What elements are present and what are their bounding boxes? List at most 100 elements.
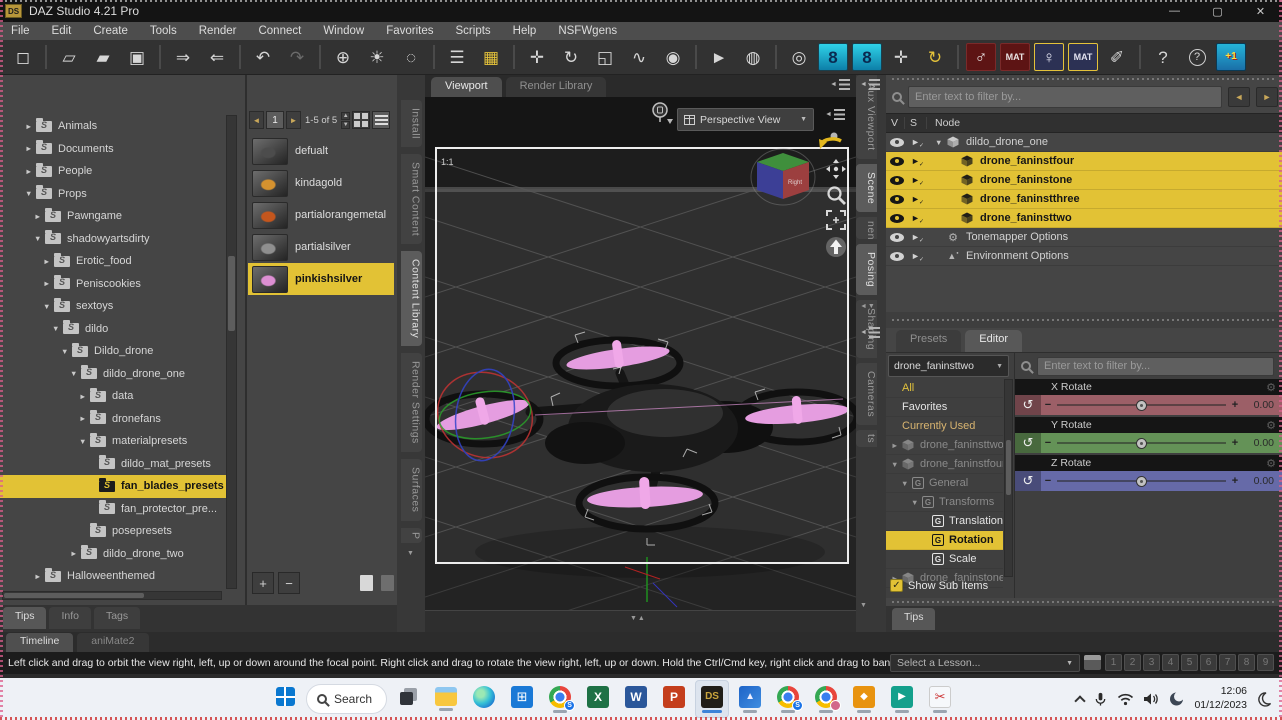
menu-item[interactable]: Scripts — [445, 25, 502, 37]
scene-node-row[interactable]: Environment Options — [886, 247, 1282, 266]
dock-tab-posing[interactable]: Posing — [856, 244, 877, 295]
visibility-eye-icon[interactable] — [890, 233, 904, 242]
zoom-view-icon[interactable] — [824, 183, 848, 207]
dock-tab[interactable]: Surfaces — [401, 459, 422, 520]
scene-node-row[interactable]: drone_faninstthree — [886, 190, 1282, 209]
slider-value[interactable]: 0.00 — [1242, 399, 1282, 411]
prev-page-button[interactable]: ◄ — [249, 111, 264, 129]
grid-view-button[interactable] — [352, 111, 370, 129]
tab-overflow-arrow-icon[interactable]: ▼ — [860, 602, 868, 609]
checkbox-checked-icon[interactable]: ✓ — [890, 579, 903, 592]
decrement-button[interactable] — [1041, 437, 1055, 449]
material-preset-item[interactable]: partialorangemetal — [248, 199, 394, 231]
lesson-number-button[interactable]: 6 — [1200, 654, 1217, 671]
menu-item[interactable]: Tools — [139, 25, 188, 37]
toolbar-button[interactable] — [1139, 45, 1141, 69]
increment-button[interactable] — [1228, 475, 1242, 487]
scene-node-row[interactable]: drone_faninstone — [886, 171, 1282, 190]
group-list-scrollbar[interactable] — [1004, 379, 1013, 577]
menu-item[interactable]: Render — [188, 25, 248, 37]
wifi-icon[interactable] — [1117, 692, 1134, 706]
expand-arrow-icon[interactable] — [79, 437, 90, 446]
minimize-button[interactable]: — — [1153, 0, 1196, 22]
help-button[interactable]: ? — [1182, 43, 1212, 71]
scene-filter-input[interactable] — [908, 86, 1222, 108]
node-selection-tool-button[interactable]: ► — [704, 43, 734, 71]
selectable-pointer-icon[interactable] — [911, 213, 923, 223]
menu-item[interactable]: Help — [502, 25, 548, 37]
expand-arrow-icon[interactable] — [43, 257, 54, 266]
next-page-button[interactable]: ► — [286, 111, 301, 129]
list-view-button[interactable] — [372, 111, 390, 129]
mat-copy-male-button[interactable]: MAT — [1000, 43, 1030, 71]
joint-editor-tool-button[interactable]: ∿ — [624, 43, 654, 71]
lesson-number-button[interactable]: 7 — [1219, 654, 1236, 671]
scene-node-row[interactable]: Tonemapper Options — [886, 228, 1282, 247]
copy-icon[interactable] — [360, 575, 373, 591]
visibility-eye-icon[interactable] — [890, 176, 904, 185]
selectable-pointer-icon[interactable] — [911, 175, 923, 185]
remove-button[interactable]: − — [278, 572, 300, 594]
iray-preview-button[interactable]: ▦ — [476, 43, 506, 71]
visibility-eye-icon[interactable] — [890, 252, 904, 261]
visibility-eye-icon[interactable] — [890, 138, 904, 147]
parameter-group-row[interactable]: G General — [886, 474, 1003, 493]
dock-tab-partial[interactable]: ts — [856, 430, 877, 447]
speaker-icon[interactable] — [1143, 692, 1159, 706]
library-bottom-tab[interactable]: Info — [49, 607, 91, 629]
increment-button[interactable] — [1228, 437, 1242, 449]
menu-item[interactable]: Create — [82, 25, 139, 37]
edge-browser[interactable] — [467, 680, 501, 718]
expand-arrow-icon[interactable] — [34, 234, 45, 243]
chrome-profile-2[interactable]: S — [771, 680, 805, 718]
import-button[interactable]: ⇒ — [168, 43, 198, 71]
taskbar-search[interactable]: Search — [306, 684, 387, 714]
genesis8-female-button[interactable]: 8 — [818, 43, 848, 71]
visibility-eye-icon[interactable] — [890, 214, 904, 223]
camera-tool-button[interactable]: ◉ — [658, 43, 688, 71]
viewport-pin-icon[interactable] — [649, 101, 675, 127]
menu-item[interactable]: Favorites — [375, 25, 444, 37]
expand-arrow-icon[interactable] — [891, 441, 902, 450]
new-camera-button[interactable]: ⊕ — [328, 43, 358, 71]
universal-tool-button[interactable]: ✛ — [886, 43, 916, 71]
microsoft-store[interactable] — [505, 680, 539, 718]
parameter-group-row[interactable]: G drone_faninstfour — [886, 455, 1003, 474]
male-mat-preset-button[interactable]: ♂ — [966, 43, 996, 71]
genesis8-male-button[interactable]: 8 — [852, 43, 882, 71]
word[interactable]: W — [619, 680, 653, 718]
daz-studio[interactable]: DS — [695, 680, 729, 718]
save-plus-one-button[interactable]: +1 — [1216, 43, 1246, 71]
panel-splitter[interactable] — [886, 312, 1282, 328]
page-size-spinner[interactable]: ▲▼ — [341, 112, 350, 129]
library-folder[interactable]: People — [0, 160, 226, 183]
frame-view-icon[interactable] — [824, 208, 848, 232]
library-folder[interactable]: data — [0, 385, 226, 408]
lesson-number-button[interactable]: 9 — [1257, 654, 1274, 671]
new-null-button[interactable]: ◌ — [396, 43, 426, 71]
parameter-group-row[interactable]: G Currently Used — [886, 417, 1003, 436]
dock-tab-scene[interactable]: Scene — [856, 164, 877, 212]
toolbar-button[interactable] — [513, 45, 515, 69]
lesson-number-button[interactable]: 3 — [1143, 654, 1160, 671]
task-view[interactable] — [391, 680, 425, 718]
library-folder[interactable]: dronefans — [0, 408, 226, 431]
library-folder[interactable]: dildo_drone_two — [0, 543, 226, 566]
panel-menu-icon[interactable] — [860, 327, 880, 338]
scale-tool-button[interactable]: ◱ — [590, 43, 620, 71]
show-sub-items-option[interactable]: ✓ Show Sub Items — [890, 579, 988, 592]
selectable-pointer-icon[interactable] — [911, 137, 923, 147]
menu-item[interactable]: File — [0, 25, 41, 37]
expand-arrow-icon[interactable] — [901, 479, 912, 488]
library-folder[interactable]: dildo_drone_one — [0, 363, 226, 386]
library-bottom-tab[interactable]: Tags — [94, 607, 140, 629]
panel-menu-icon[interactable] — [830, 79, 850, 90]
orbit-control-icon[interactable] — [817, 130, 847, 152]
undo-button[interactable]: ↶ — [248, 43, 278, 71]
library-folder[interactable]: Props — [0, 183, 226, 206]
parameters-filter-input[interactable] — [1037, 357, 1274, 376]
panel-splitter[interactable] — [886, 75, 1282, 83]
scene-node-row[interactable]: drone_faninsttwo — [886, 209, 1282, 228]
library-folder[interactable]: fan_protector_pre... — [0, 498, 226, 521]
dock-tab-partial[interactable]: nent — [856, 217, 877, 239]
